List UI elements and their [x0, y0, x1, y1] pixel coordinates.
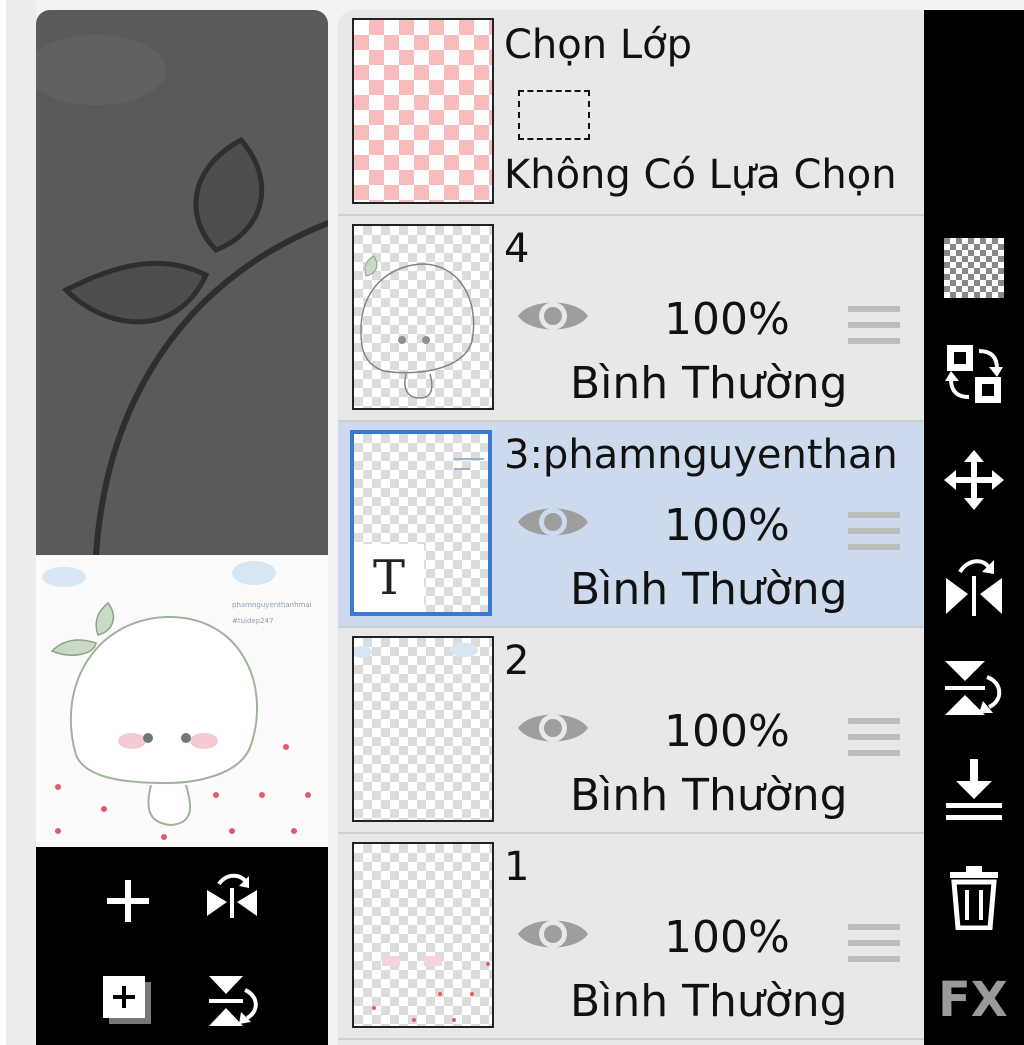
selection-layer-thumbnail [352, 18, 494, 204]
add-layer-icon [107, 880, 149, 922]
layers-panel: Chọn Lớp Không Có Lựa Chọn 4 100% Bình T… [338, 10, 924, 1045]
move-icon [944, 450, 1004, 510]
transparent-fill-button[interactable] [942, 236, 1006, 300]
swap-layer-icon [945, 345, 1003, 403]
drag-handle-icon[interactable] [848, 306, 900, 348]
layer-blend-mode[interactable]: Bình Thường [570, 770, 848, 821]
canvas-drawing [36, 35, 328, 555]
layer-row[interactable]: 1 100% Bình Thường [338, 834, 924, 1040]
layer-opacity[interactable]: 100% [664, 294, 790, 345]
layer-name: 2 [504, 638, 530, 684]
move-layer-button[interactable] [942, 448, 1006, 512]
layer-blend-mode[interactable]: Bình Thường [570, 564, 848, 615]
layer-opacity[interactable]: 100% [664, 500, 790, 551]
layer-name: 3:phamnguyenthan [504, 432, 898, 478]
canvas-preview[interactable]: phamnguyenthanhmai #tuidep247 [36, 555, 328, 847]
merge-down-icon [946, 759, 1002, 820]
layer-thumbnail [352, 636, 494, 822]
drag-handle-icon[interactable] [848, 512, 900, 554]
layer-thumbnail: T [350, 430, 492, 616]
canvas-view[interactable] [36, 10, 328, 555]
layer-thumbnail [352, 224, 494, 410]
layer-opacity[interactable]: 100% [664, 706, 790, 757]
flip-vertical-button[interactable] [942, 656, 1006, 720]
flip-vertical-icon [945, 661, 1002, 715]
text-layer-badge: T [354, 544, 424, 612]
layer-row-selected[interactable]: T 3:phamnguyenthan 100% Bình Thường [338, 422, 924, 628]
layer-thumbnail [352, 842, 494, 1028]
layer-tools-panel [36, 847, 328, 1045]
visibility-eye-icon[interactable] [516, 500, 590, 544]
flip-horizontal-button[interactable] [942, 554, 1006, 618]
layer-name: 1 [504, 844, 530, 890]
delete-layer-button[interactable] [942, 866, 1006, 930]
layer-row[interactable]: 4 100% Bình Thường [338, 216, 924, 422]
preview-watermark-1: phamnguyenthanhmai [232, 601, 312, 609]
flip-horizontal-icon [207, 873, 257, 918]
transparent-fill-icon [944, 238, 1004, 298]
merge-down-button[interactable] [942, 759, 1006, 824]
add-layer-copy-icon [103, 976, 151, 1024]
trash-icon [950, 866, 998, 930]
swap-layer-button[interactable] [942, 342, 1006, 406]
selection-layer-title: Chọn Lớp [504, 22, 692, 68]
selection-status: Không Có Lựa Chọn [504, 152, 897, 198]
layer-blend-mode[interactable]: Bình Thường [570, 976, 848, 1027]
flip-horizontal-icon [946, 559, 1002, 616]
selection-marquee-icon [518, 90, 590, 140]
add-layer-copy-button[interactable] [98, 971, 158, 1031]
flip-horizontal-layer-button[interactable] [202, 869, 262, 929]
preview-artwork: phamnguyenthanhmai #tuidep247 [42, 561, 312, 840]
drag-handle-icon[interactable] [848, 718, 900, 760]
layer-name: 4 [504, 226, 530, 272]
right-toolbar: FX [924, 10, 1024, 1045]
layer-blend-mode[interactable]: Bình Thường [570, 358, 848, 409]
fx-button[interactable]: FX [938, 972, 1008, 1028]
visibility-eye-icon[interactable] [516, 294, 590, 338]
drag-handle-icon[interactable] [848, 924, 900, 966]
layer-row[interactable]: 2 100% Bình Thường [338, 628, 924, 834]
screen-edge [0, 0, 6, 1045]
layer-opacity[interactable]: 100% [664, 912, 790, 963]
flip-vertical-icon [209, 976, 258, 1026]
flip-vertical-layer-button[interactable] [202, 971, 262, 1031]
visibility-eye-icon[interactable] [516, 912, 590, 956]
visibility-eye-icon[interactable] [516, 706, 590, 750]
add-layer-button[interactable] [98, 871, 158, 931]
preview-watermark-2: #tuidep247 [232, 617, 274, 625]
selection-layer-row[interactable]: Chọn Lớp Không Có Lựa Chọn [338, 10, 924, 216]
